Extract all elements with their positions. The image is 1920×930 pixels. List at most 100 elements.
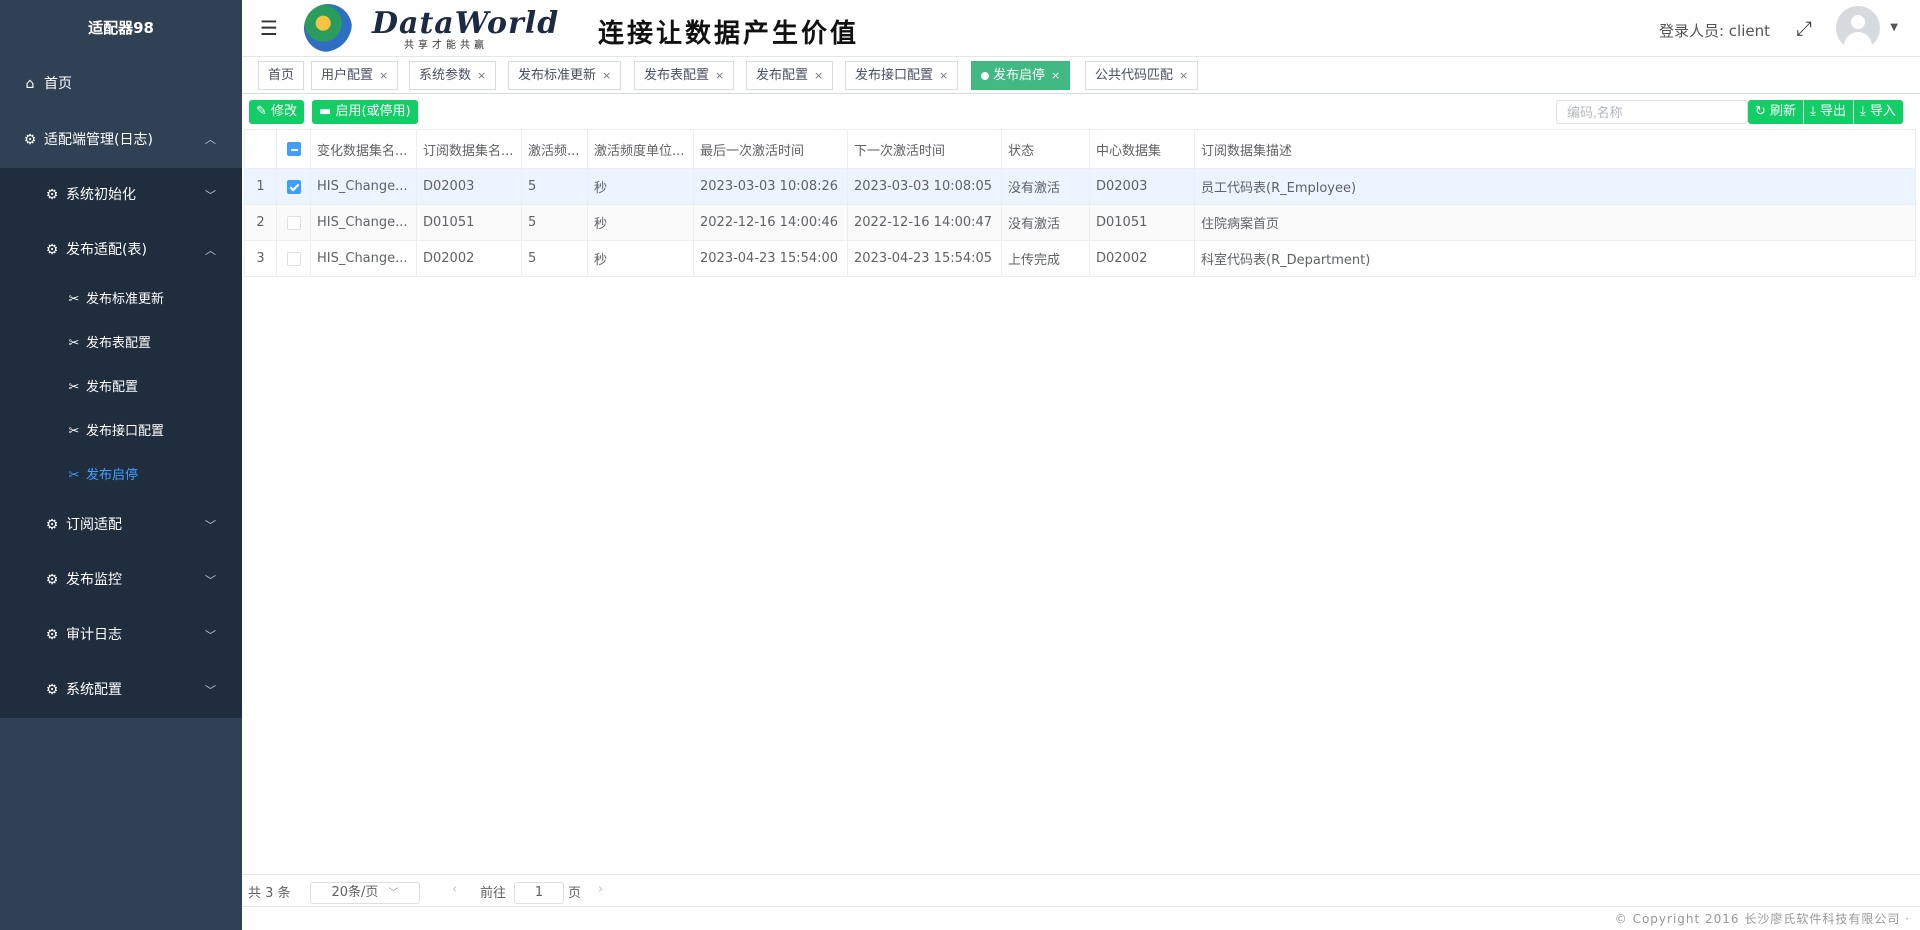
tab-label: 发布配置	[756, 68, 809, 83]
table-cell: 2023-03-03 10:08:26	[693, 168, 848, 205]
page-suffix: 页	[568, 886, 582, 901]
table-row[interactable]: 1 HIS_Change... D02003 5 秒 2023-03-03 10…	[244, 168, 1916, 205]
sidebar-item-subscribe-adapter[interactable]: ⚙ 订阅适配 ﹀	[0, 498, 242, 553]
tab-publish-config[interactable]: 发布配置 ×	[746, 61, 834, 90]
tab-publish-standard-update[interactable]: 发布标准更新 ×	[508, 61, 622, 90]
table-cell: 5	[521, 204, 588, 241]
sidebar-item-label: 系统初始化	[66, 187, 136, 203]
table-cell: HIS_Change...	[310, 240, 417, 277]
close-icon[interactable]: ×	[1179, 69, 1188, 82]
column-header[interactable]: 下一次激活时间	[847, 129, 1002, 169]
close-icon[interactable]: ×	[477, 69, 486, 82]
next-page-icon[interactable]: ›	[598, 882, 603, 897]
column-header[interactable]: 激活频度单位...	[587, 129, 694, 169]
tab-label: 公共代码匹配	[1095, 68, 1174, 83]
sidebar-item-publish-adapter[interactable]: ⚙ 发布适配(表) ︿	[0, 223, 242, 278]
sidebar-item-system-init[interactable]: ⚙ 系统初始化 ﹀	[0, 168, 242, 223]
avatar[interactable]	[1836, 6, 1880, 50]
search-input[interactable]	[1556, 100, 1748, 124]
tab-publish-table-config[interactable]: 发布表配置 ×	[634, 61, 735, 90]
column-header[interactable]: 激活频...	[521, 129, 588, 169]
close-icon[interactable]: ×	[1051, 69, 1060, 82]
close-icon[interactable]: ×	[379, 69, 388, 82]
chevron-down-icon: ﹀	[388, 888, 399, 899]
select-all-checkbox[interactable]	[286, 142, 301, 156]
table-cell: 住院病案首页	[1194, 204, 1916, 241]
column-header[interactable]: 中心数据集	[1089, 129, 1195, 169]
table-cell: 5	[521, 168, 588, 205]
close-icon[interactable]: ×	[814, 69, 823, 82]
column-header[interactable]: 最后一次激活时间	[693, 129, 848, 169]
toggle-button-label: 启用(或停用)	[335, 104, 411, 119]
toggle-enable-button[interactable]: ▬ 启用(或停用)	[312, 100, 418, 124]
login-label: 登录人员:	[1658, 22, 1725, 40]
refresh-icon: ↻	[1755, 104, 1766, 119]
table-row[interactable]: 3 HIS_Change... D02002 5 秒 2023-04-23 15…	[244, 240, 1916, 277]
table-cell: 秒	[587, 204, 694, 241]
close-icon[interactable]: ×	[939, 69, 948, 82]
sidebar-item-label: 发布配置	[86, 380, 139, 395]
download-icon: ⤓	[1810, 104, 1816, 119]
tab-home[interactable]: 首页	[258, 61, 305, 90]
sidebar-item-system-config[interactable]: ⚙ 系统配置 ﹀	[0, 663, 242, 718]
close-icon[interactable]: ×	[602, 69, 611, 82]
column-header[interactable]: 状态	[1001, 129, 1090, 169]
home-icon: ⌂	[25, 76, 35, 92]
fullscreen-icon[interactable]: ⤢	[1796, 16, 1812, 40]
column-header[interactable]: 订阅数据集名...	[416, 129, 522, 169]
sidebar-item-label: 发布表配置	[86, 336, 152, 351]
close-icon[interactable]: ×	[715, 69, 724, 82]
row-checkbox[interactable]	[286, 251, 301, 266]
page-size-value: 20条/页	[331, 885, 379, 900]
table-cell: D02003	[1089, 168, 1195, 205]
select-all-cell	[276, 129, 311, 169]
tab-user-config[interactable]: 用户配置 ×	[311, 61, 399, 90]
hamburger-menu-icon[interactable]: ☰	[260, 16, 278, 40]
page-size-select[interactable]: 20条/页 ﹀	[310, 882, 420, 904]
sidebar-item-home[interactable]: ⌂ 首页	[0, 56, 242, 112]
row-select-cell	[276, 168, 311, 205]
table-header-row: 变化数据集名... 订阅数据集名... 激活频... 激活频度单位... 最后一…	[244, 129, 1916, 169]
page-number: 1	[534, 885, 544, 900]
edit-button-label: 修改	[271, 104, 298, 119]
tab-label: 用户配置	[321, 68, 374, 83]
row-checkbox[interactable]	[286, 179, 301, 194]
page-input[interactable]: 1	[514, 882, 564, 904]
sidebar-item-publish-interface-config[interactable]: ✂ 发布接口配置	[0, 410, 242, 454]
column-header[interactable]: 变化数据集名...	[310, 129, 417, 169]
sidebar-item-publish-config[interactable]: ✂ 发布配置	[0, 366, 242, 410]
table-cell: 秒	[587, 240, 694, 277]
sidebar-item-publish-monitor[interactable]: ⚙ 发布监控 ﹀	[0, 553, 242, 608]
tab-public-code-match[interactable]: 公共代码匹配 ×	[1085, 61, 1199, 90]
copyright: © Copyright 2016 长沙廖氏软件科技有限公司 ·	[1614, 912, 1910, 926]
refresh-button[interactable]: ↻ 刷新	[1748, 100, 1804, 124]
column-header[interactable]: 订阅数据集描述	[1194, 129, 1916, 169]
export-button-label: 导出	[1819, 104, 1846, 119]
export-button[interactable]: ⤓ 导出	[1803, 100, 1853, 124]
sidebar-item-publish-table-config[interactable]: ✂ 发布表配置	[0, 322, 242, 366]
sidebar-item-audit-log[interactable]: ⚙ 审计日志 ﹀	[0, 608, 242, 663]
sidebar-item-label: 系统配置	[66, 682, 122, 698]
import-button[interactable]: ⤓ 导入	[1852, 100, 1903, 124]
gear-icon: ⚙	[45, 517, 59, 533]
table-cell: 没有激活	[1001, 168, 1090, 205]
row-checkbox[interactable]	[286, 215, 301, 230]
prev-page-icon[interactable]: ‹	[452, 882, 457, 897]
sidebar-item-label: 首页	[44, 76, 72, 92]
sidebar: 适配器98 ⌂ 首页 ⚙ 适配端管理(日志) ︿ ⚙ 系统初始化 ﹀ ⚙ 发布适配(表)…	[0, 0, 242, 930]
sidebar-item-publish-start-stop[interactable]: ✂ 发布启停	[0, 454, 242, 498]
tab-publish-interface-config[interactable]: 发布接口配置 ×	[845, 61, 959, 90]
table-cell: 5	[521, 240, 588, 277]
table-row[interactable]: 2 HIS_Change... D01051 5 秒 2022-12-16 14…	[244, 204, 1916, 241]
logo-subtitle: 共享才能共赢	[404, 40, 488, 51]
edit-button[interactable]: ✎ 修改	[249, 100, 305, 124]
gear-icon: ⚙	[45, 242, 59, 258]
caret-down-icon[interactable]: ▼	[1890, 22, 1898, 33]
tab-system-params[interactable]: 系统参数 ×	[409, 61, 497, 90]
gear-icon: ⚙	[45, 572, 59, 588]
table-cell: 科室代码表(R_Department)	[1194, 240, 1916, 277]
sidebar-group-adapter-management[interactable]: ⚙ 适配端管理(日志) ︿	[0, 112, 242, 168]
tab-publish-start-stop[interactable]: 发布启停 ×	[971, 61, 1071, 90]
sidebar-item-publish-standard-update[interactable]: ✂ 发布标准更新	[0, 278, 242, 322]
tools-icon: ✂	[68, 336, 80, 351]
